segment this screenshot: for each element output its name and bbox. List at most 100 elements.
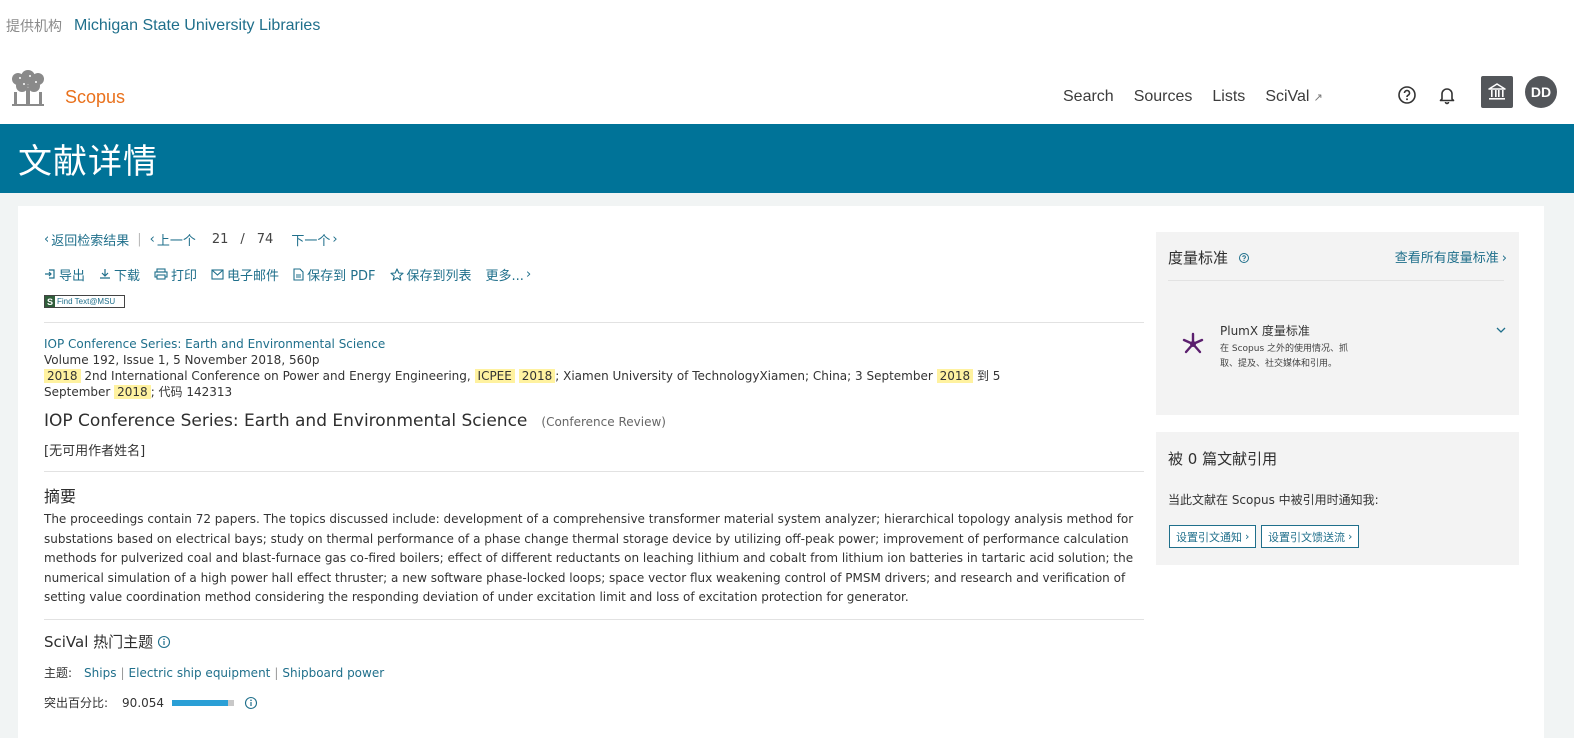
- chevron-right-icon: ›: [1348, 530, 1353, 543]
- print-button[interactable]: 打印: [154, 265, 197, 284]
- save-pdf-button[interactable]: 保存到 PDF: [293, 265, 376, 284]
- conference-info-cont: September 2018; 代码 142313: [44, 384, 1144, 400]
- highlight-year: 2018: [936, 369, 974, 383]
- help-icon[interactable]: [1396, 84, 1418, 106]
- chevron-right-icon: ›: [1501, 251, 1507, 266]
- conference-month: September: [44, 385, 115, 399]
- institution-button[interactable]: [1481, 76, 1513, 108]
- more-label: 更多...: [485, 268, 524, 284]
- save-to-list-button[interactable]: 保存到列表: [389, 265, 472, 284]
- view-all-metrics-link[interactable]: 查看所有度量标准 ›: [1395, 247, 1507, 266]
- previous-label: 上一个: [156, 233, 196, 249]
- email-button[interactable]: 电子邮件: [211, 265, 279, 284]
- topic-link[interactable]: Shipboard power: [282, 666, 384, 680]
- find-text-msu-button[interactable]: S Find Text@MSU: [44, 295, 125, 308]
- site-header: Scopus Search Sources Lists SciVal ↗ DD: [0, 66, 1574, 124]
- highlight-year: 2018: [114, 385, 151, 399]
- user-avatar[interactable]: DD: [1525, 76, 1557, 108]
- nav-search-label: Search: [1063, 88, 1114, 105]
- document-title-row: IOP Conference Series: Earth and Environ…: [44, 411, 1144, 431]
- conference-code: ; 代码 142313: [150, 385, 233, 399]
- metrics-card: 度量标准 查看所有度量标准 › PlumX 度量标准 在 Scopus 之外的使用…: [1156, 232, 1519, 415]
- chevron-down-icon[interactable]: [1495, 324, 1507, 336]
- more-button[interactable]: 更多... ›: [486, 265, 532, 284]
- chevron-right-icon: ›: [332, 231, 338, 247]
- prominence-label: 突出百分比:: [44, 696, 109, 710]
- conference-to: 到 5: [973, 369, 1001, 383]
- institution-bar: 提供机构 Michigan State University Libraries: [6, 15, 320, 37]
- citation-feed-label: 设置引文馈送流: [1268, 530, 1345, 544]
- cited-by-heading: 被 0 篇文献引用: [1168, 450, 1278, 468]
- save-list-label: 保存到列表: [406, 268, 472, 284]
- topic-separator: |: [274, 665, 279, 680]
- citation-alert-label: 设置引文通知: [1176, 530, 1242, 544]
- source-info: IOP Conference Series: Earth and Environ…: [44, 336, 1144, 400]
- topic-label: 主题:: [44, 666, 73, 680]
- download-label: 下载: [114, 268, 141, 284]
- divider: [44, 322, 1144, 323]
- set-citation-alert-button[interactable]: 设置引文通知 ›: [1169, 525, 1257, 548]
- institution-label: 提供机构: [6, 19, 62, 35]
- highlight-year: 2018: [44, 369, 81, 383]
- topic-separator: |: [120, 665, 125, 680]
- chevron-right-icon: ›: [1245, 530, 1250, 543]
- conference-location: ; Xiamen University of TechnologyXiamen;…: [555, 369, 937, 383]
- conference-info: 2018 2nd International Conference on Pow…: [44, 368, 1144, 384]
- chevron-left-icon: ‹: [44, 231, 50, 247]
- find-text-label: Find Text@MSU: [57, 297, 116, 306]
- document-title: IOP Conference Series: Earth and Environ…: [44, 411, 528, 431]
- nav-scival[interactable]: SciVal ↗: [1265, 88, 1322, 106]
- help-icon[interactable]: [1238, 252, 1250, 264]
- position-slash: /: [240, 231, 245, 247]
- topic-link[interactable]: Electric ship equipment: [129, 666, 271, 680]
- authors: [无可用作者姓名]: [44, 444, 146, 459]
- print-icon: [154, 268, 168, 280]
- plumx-title: PlumX 度量标准: [1220, 324, 1310, 338]
- nav-sources[interactable]: Sources: [1134, 88, 1193, 106]
- total-results: 74: [256, 231, 274, 247]
- main-nav: Search Sources Lists SciVal ↗: [1063, 88, 1343, 106]
- divider: |: [137, 231, 142, 247]
- download-button[interactable]: 下载: [99, 265, 140, 284]
- topics-row: 主题: Ships | Electric ship equipment | Sh…: [44, 664, 1144, 681]
- chevron-left-icon: ‹: [149, 231, 155, 247]
- metrics-heading-row: 度量标准: [1168, 247, 1250, 268]
- cite-notify-text: 当此文献在 Scopus 中被引用时通知我:: [1168, 493, 1379, 507]
- document-actions: 导出 下载 打印 电子邮件 保存到 PDF 保存到列表 更多... ›: [44, 265, 1144, 284]
- set-citation-feed-button[interactable]: 设置引文馈送流 ›: [1261, 525, 1360, 548]
- nav-lists-label: Lists: [1212, 88, 1246, 105]
- back-to-results-link[interactable]: ‹ 返回检索结果: [44, 230, 129, 249]
- nav-search[interactable]: Search: [1063, 88, 1114, 106]
- email-label: 电子邮件: [227, 268, 280, 284]
- prominence-value: 90.054: [122, 695, 165, 710]
- bell-icon[interactable]: [1436, 84, 1458, 106]
- document-type: (Conference Review): [541, 415, 666, 429]
- metrics-heading: 度量标准: [1168, 249, 1229, 267]
- topic-link[interactable]: Ships: [84, 666, 116, 680]
- plumx-icon: [1182, 332, 1204, 354]
- elsevier-tree-logo-icon[interactable]: [6, 70, 50, 110]
- current-position: 21: [211, 231, 229, 247]
- star-icon: [389, 267, 404, 281]
- institution-link[interactable]: Michigan State University Libraries: [74, 17, 320, 35]
- info-icon[interactable]: [157, 635, 171, 649]
- external-link-icon: ↗: [1313, 91, 1323, 104]
- chevron-right-icon: ›: [525, 266, 532, 282]
- journal-link[interactable]: IOP Conference Series: Earth and Environ…: [44, 337, 385, 351]
- title-band: 文献详情: [0, 124, 1574, 193]
- nav-lists[interactable]: Lists: [1212, 88, 1245, 106]
- print-label: 打印: [171, 268, 198, 284]
- next-link[interactable]: 下一个 ›: [291, 230, 337, 249]
- conference-name: 2nd International Conference on Power an…: [80, 369, 475, 383]
- divider: [44, 619, 1144, 620]
- scival-heading: SciVal 热门主题: [44, 633, 154, 651]
- find-text-s-icon: S: [45, 296, 55, 307]
- nav-scival-label: SciVal: [1265, 88, 1310, 105]
- highlight-year: 2018: [518, 369, 556, 383]
- info-icon[interactable]: [244, 696, 258, 710]
- page-title: 文献详情: [18, 142, 158, 182]
- scopus-brand-link[interactable]: Scopus: [65, 87, 125, 108]
- prominence-row: 突出百分比: 90.054: [44, 694, 1144, 711]
- previous-link[interactable]: ‹ 上一个: [150, 230, 196, 249]
- export-button[interactable]: 导出: [44, 265, 85, 284]
